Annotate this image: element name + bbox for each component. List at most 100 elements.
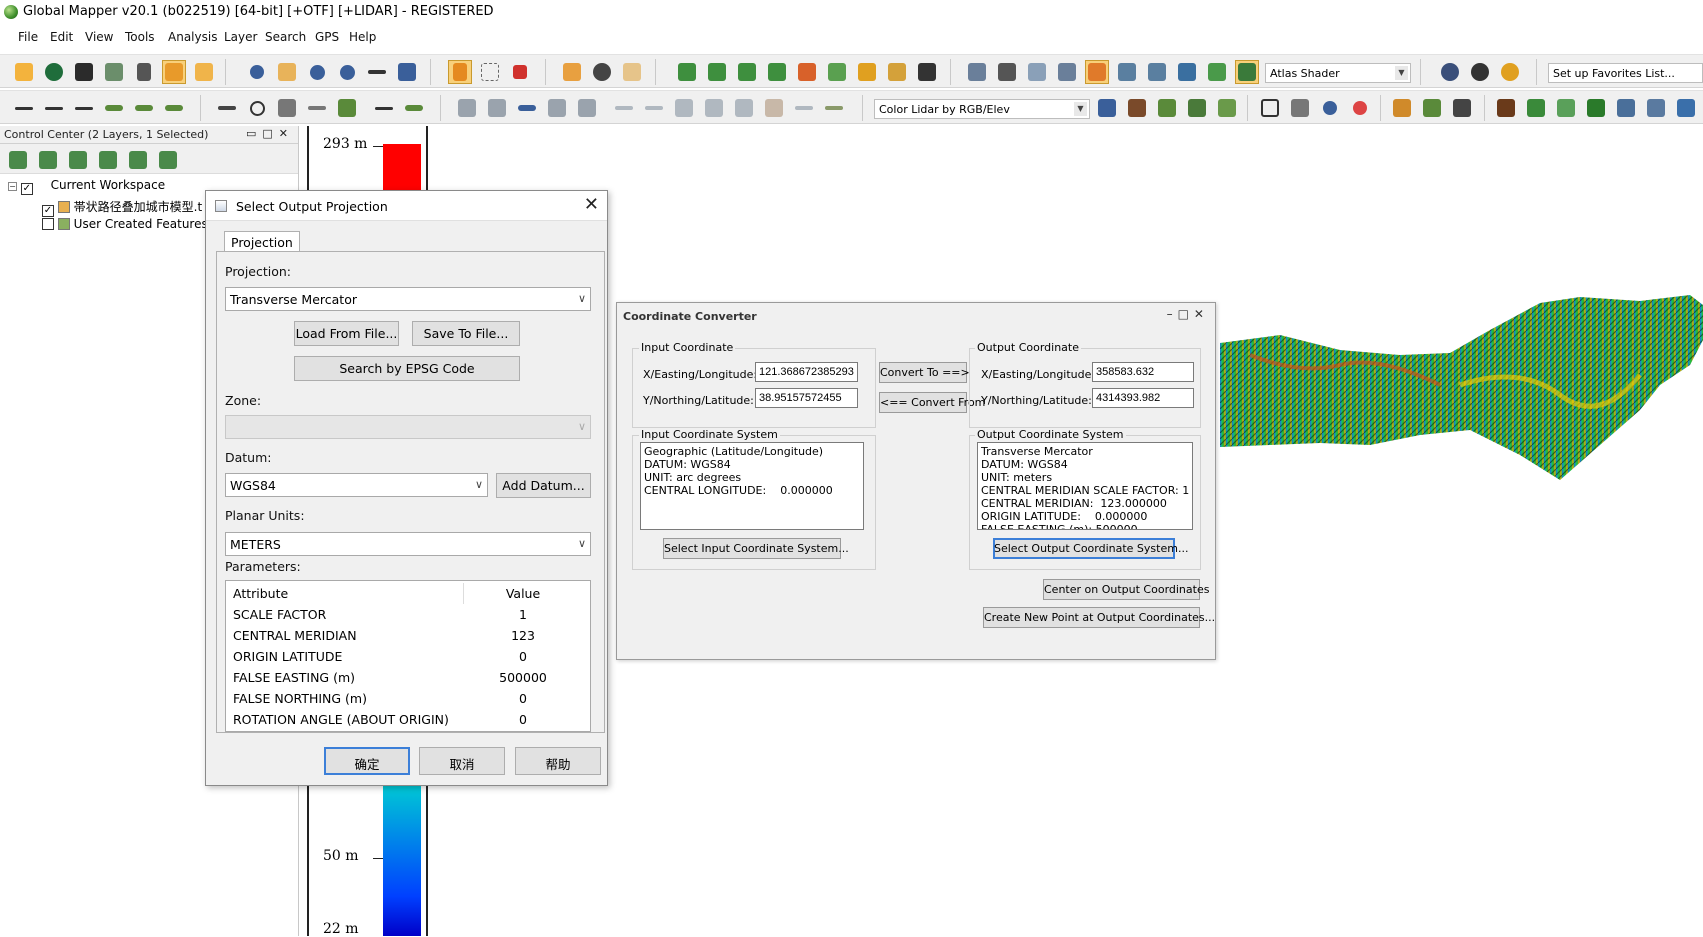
move-icon[interactable] bbox=[455, 96, 479, 120]
menu-file[interactable]: File bbox=[18, 30, 38, 44]
terrain-8-icon[interactable] bbox=[885, 60, 909, 84]
lidar-mountain-icon[interactable] bbox=[1125, 96, 1149, 120]
powerline-class-icon[interactable] bbox=[1644, 96, 1668, 120]
edit-feature-icon[interactable] bbox=[402, 96, 426, 120]
search-epsg-button[interactable]: Search by EPSG Code bbox=[294, 356, 520, 381]
menu-help[interactable]: Help bbox=[349, 30, 376, 44]
favorites-select[interactable]: Set up Favorites List... bbox=[1548, 63, 1703, 83]
crop-icon[interactable] bbox=[792, 96, 816, 120]
terrain-3-icon[interactable] bbox=[735, 60, 759, 84]
zoom-in-icon[interactable] bbox=[305, 60, 329, 84]
web-globe-icon[interactable] bbox=[1438, 60, 1462, 84]
input-y-field[interactable] bbox=[755, 388, 858, 408]
table-row[interactable]: ORIGIN LATITUDE 0 bbox=[226, 646, 590, 667]
vertex-4-icon[interactable] bbox=[702, 96, 726, 120]
layer-row[interactable]: User Created Features bbox=[42, 217, 208, 231]
draw-line-3-icon[interactable] bbox=[72, 96, 96, 120]
tree-class-icon[interactable] bbox=[1584, 96, 1608, 120]
convert-from-button[interactable]: <== Convert From bbox=[879, 392, 985, 413]
lidar-4-icon[interactable] bbox=[1205, 60, 1229, 84]
center-on-output-button[interactable]: Center on Output Coordinates bbox=[1043, 579, 1209, 600]
lidar-1-icon[interactable] bbox=[1115, 60, 1139, 84]
parameters-table[interactable]: Attribute Value SCALE FACTOR 1 CENTRAL M… bbox=[225, 580, 591, 732]
panel-controls[interactable]: ▭□✕ bbox=[246, 127, 294, 140]
lidar-building-icon[interactable] bbox=[1155, 96, 1179, 120]
layer-metadata-icon[interactable] bbox=[96, 148, 120, 172]
add-datum-button[interactable]: Add Datum... bbox=[496, 473, 591, 498]
filter-icon[interactable] bbox=[1390, 96, 1414, 120]
view-3d-icon[interactable] bbox=[1055, 60, 1079, 84]
paint-icon[interactable] bbox=[335, 96, 359, 120]
measure-icon[interactable] bbox=[305, 96, 329, 120]
show-hide-icon[interactable] bbox=[156, 148, 180, 172]
path-profile-icon[interactable] bbox=[620, 60, 644, 84]
lidar-points-icon[interactable] bbox=[1095, 96, 1119, 120]
input-x-field[interactable] bbox=[755, 362, 858, 382]
terrain-6-icon[interactable] bbox=[825, 60, 849, 84]
open-folder-icon[interactable] bbox=[12, 60, 36, 84]
menu-analysis[interactable]: Analysis bbox=[168, 30, 217, 44]
ok-button[interactable]: 确定 bbox=[324, 747, 410, 775]
line-tool-icon[interactable] bbox=[822, 96, 846, 120]
terrain-map-strip[interactable] bbox=[1220, 295, 1703, 480]
output-system-text[interactable]: Transverse Mercator DATUM: WGS84 UNIT: m… bbox=[977, 442, 1193, 530]
planar-units-select[interactable]: METERS ∨ bbox=[225, 532, 591, 556]
menu-layer[interactable]: Layer bbox=[224, 30, 257, 44]
terrain-7-icon[interactable] bbox=[855, 60, 879, 84]
lidar-3-icon[interactable] bbox=[1175, 60, 1199, 84]
building-class-icon[interactable] bbox=[1614, 96, 1638, 120]
convert-to-button[interactable]: Convert To ==> bbox=[879, 362, 970, 383]
edit-vertex-icon[interactable] bbox=[215, 96, 239, 120]
table-row[interactable]: FALSE EASTING (m) 500000 bbox=[226, 667, 590, 688]
collapse-icon[interactable]: − bbox=[8, 182, 17, 191]
create-new-point-button[interactable]: Create New Point at Output Coordinates..… bbox=[983, 607, 1215, 628]
input-system-text[interactable]: Geographic (Latitude/Longitude) DATUM: W… bbox=[640, 442, 864, 530]
cross-move-icon[interactable] bbox=[545, 96, 569, 120]
noise-icon[interactable] bbox=[1450, 96, 1474, 120]
globe-icon[interactable] bbox=[42, 60, 66, 84]
connect-icon[interactable] bbox=[515, 96, 539, 120]
pan-hand-icon[interactable] bbox=[275, 60, 299, 84]
lidar-peak-icon[interactable] bbox=[1215, 96, 1239, 120]
shader-mountain-icon[interactable] bbox=[1235, 60, 1259, 84]
zoom-box-icon[interactable] bbox=[245, 60, 269, 84]
scale-icon[interactable] bbox=[485, 96, 509, 120]
search-classes-icon[interactable] bbox=[1348, 96, 1372, 120]
view-2d-icon[interactable] bbox=[965, 60, 989, 84]
vertex-3-icon[interactable] bbox=[672, 96, 696, 120]
menu-view[interactable]: View bbox=[85, 30, 113, 44]
digitizer-pencil-icon[interactable] bbox=[448, 60, 472, 84]
lidar-grid-icon[interactable] bbox=[1185, 96, 1209, 120]
shader-select[interactable]: Atlas Shader ▼ bbox=[1265, 63, 1411, 83]
save-to-file-button[interactable]: Save To File... bbox=[412, 321, 520, 346]
gear-icon[interactable] bbox=[1468, 60, 1492, 84]
table-row[interactable]: CENTRAL MERIDIAN 123 bbox=[226, 625, 590, 646]
select-output-system-button[interactable]: Select Output Coordinate System... bbox=[993, 538, 1188, 559]
measure-ruler-icon[interactable] bbox=[560, 60, 584, 84]
zoom-out-icon[interactable] bbox=[335, 60, 359, 84]
draw-line-6-icon[interactable] bbox=[162, 96, 186, 120]
triangle-icon[interactable] bbox=[1258, 96, 1282, 120]
home-icon[interactable] bbox=[395, 60, 419, 84]
ground-class-icon[interactable] bbox=[1494, 96, 1518, 120]
search-points-icon[interactable] bbox=[1318, 96, 1342, 120]
info-icon[interactable] bbox=[590, 60, 614, 84]
window-controls[interactable]: –□✕ bbox=[1167, 307, 1209, 321]
save-icon[interactable] bbox=[72, 60, 96, 84]
back-arrow-icon[interactable] bbox=[365, 60, 389, 84]
load-from-file-button[interactable]: Load From File... bbox=[294, 321, 399, 346]
workspace-row[interactable]: − ✓ Current Workspace bbox=[8, 178, 165, 195]
lidar-color-select[interactable]: Color Lidar by RGB/Elev ▼ bbox=[874, 99, 1090, 119]
cancel-button[interactable]: 取消 bbox=[419, 747, 505, 775]
select-box-icon[interactable] bbox=[478, 60, 502, 84]
workspace-checkbox[interactable]: ✓ bbox=[20, 183, 33, 195]
moon-icon[interactable] bbox=[1498, 60, 1522, 84]
draw-line-2-icon[interactable] bbox=[42, 96, 66, 120]
edit-class-icon[interactable] bbox=[1420, 96, 1444, 120]
draw-line-1-icon[interactable] bbox=[12, 96, 36, 120]
close-icon[interactable]: ✕ bbox=[584, 194, 599, 215]
overview-icon[interactable] bbox=[192, 60, 216, 84]
split-icon[interactable] bbox=[575, 96, 599, 120]
delete-x-icon[interactable] bbox=[508, 60, 532, 84]
help-button[interactable]: 帮助 bbox=[515, 747, 601, 775]
